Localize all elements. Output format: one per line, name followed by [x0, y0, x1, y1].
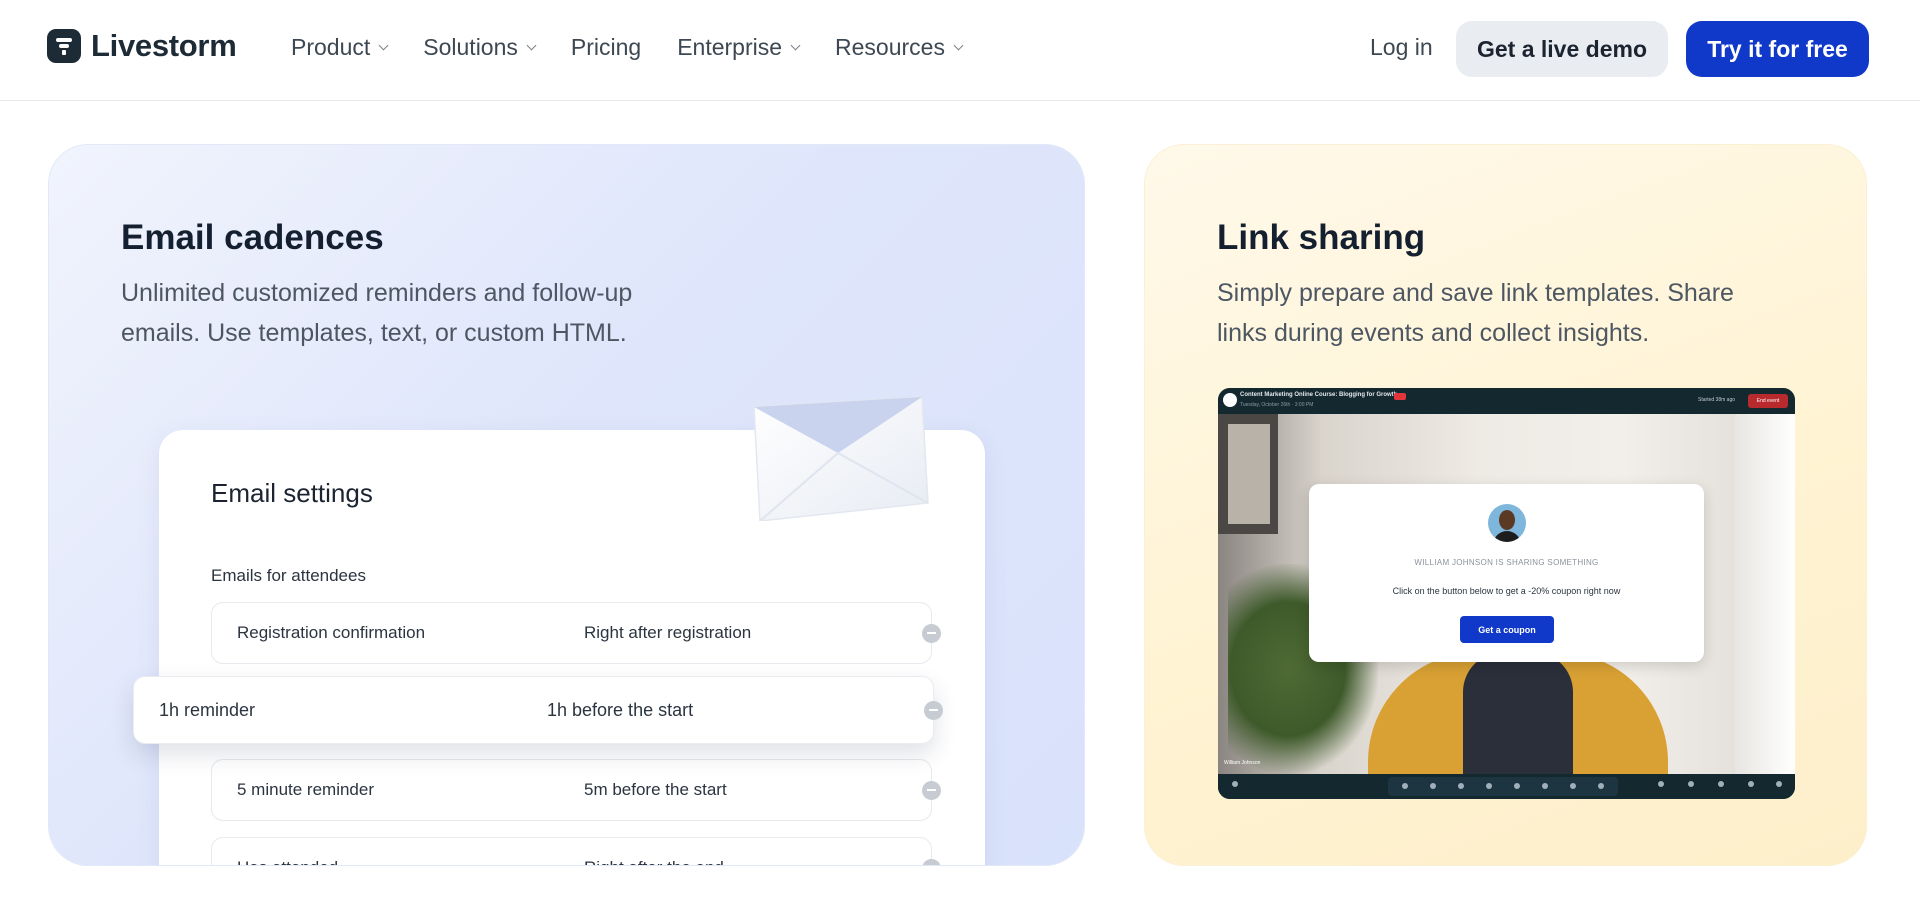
menu-item-label: Resources: [835, 34, 945, 60]
login-link[interactable]: Log in: [1370, 34, 1433, 61]
event-video-preview: Content Marketing Online Course: Bloggin…: [1218, 388, 1795, 799]
card-title: Email cadences: [121, 218, 384, 257]
brand-name: Livestorm: [91, 28, 237, 63]
event-date: Tuesday, October 26th · 3:00 PM: [1240, 402, 1314, 408]
shared-link-popup: WILLIAM JOHNSON IS SHARING SOMETHING Cli…: [1309, 484, 1704, 662]
chevron-down-icon: [526, 40, 537, 51]
menu-item-label: Pricing: [570, 34, 642, 60]
email-name: Has attended: [237, 858, 338, 865]
chevron-down-icon: [790, 40, 801, 51]
email-name: 5 minute reminder: [237, 780, 375, 799]
link-sharing-card: Link sharing Simply prepare and save lin…: [1144, 144, 1867, 866]
email-row[interactable]: Has attended Right after the end: [211, 837, 941, 865]
email-timing: Right after registration: [584, 623, 752, 642]
event-header-bar: Content Marketing Online Course: Bloggin…: [1218, 388, 1795, 414]
share-icon[interactable]: [1486, 783, 1492, 789]
try-free-button[interactable]: Try it for free: [1686, 21, 1869, 77]
record-icon[interactable]: [1514, 783, 1520, 789]
event-logo-icon: [1223, 393, 1237, 407]
remove-icon[interactable]: [922, 623, 941, 643]
live-badge: [1394, 393, 1406, 400]
popup-message: Click on the button below to get a -20% …: [1392, 586, 1621, 596]
menu-item-pricing[interactable]: Pricing: [571, 34, 641, 61]
card-description-line-1: Simply prepare and save link templates. …: [1217, 279, 1734, 307]
chat-icon[interactable]: [1776, 781, 1782, 787]
card-description-line-2: emails. Use templates, text, or custom H…: [121, 319, 627, 347]
menu-item-enterprise[interactable]: Enterprise: [677, 34, 801, 61]
apps-icon[interactable]: [1658, 781, 1664, 787]
main-menu: Product Solutions Pricing Enterprise Res…: [291, 34, 964, 61]
email-row[interactable]: 5 minute reminder 5m before the start: [211, 759, 941, 821]
panel-title: Email settings: [211, 478, 373, 508]
people-icon[interactable]: [1688, 781, 1694, 787]
live-demo-button[interactable]: Get a live demo: [1456, 21, 1668, 77]
email-timing: 1h before the start: [547, 699, 694, 720]
email-timing: 5m before the start: [584, 780, 727, 799]
menu-item-label: Product: [291, 34, 371, 60]
started-text: Started 38m ago: [1698, 397, 1735, 403]
chevron-down-icon: [953, 40, 964, 51]
event-toolbar: [1218, 774, 1795, 799]
remove-icon[interactable]: [922, 780, 941, 800]
email-timing: Right after the end: [584, 858, 724, 865]
card-description-line-1: Unlimited customized reminders and follo…: [121, 279, 633, 307]
mic-icon[interactable]: [1402, 783, 1408, 789]
email-row[interactable]: Registration confirmation Right after re…: [211, 602, 941, 664]
chevron-down-icon: [378, 40, 389, 51]
speaker-name: William Johnson: [1224, 760, 1261, 766]
get-coupon-button[interactable]: Get a coupon: [1460, 616, 1554, 643]
livestorm-logo-icon: [47, 29, 81, 63]
layout-icon[interactable]: [1570, 783, 1576, 789]
polls-icon[interactable]: [1718, 781, 1724, 787]
menu-item-label: Enterprise: [677, 34, 783, 60]
card-description-line-2: links during events and collect insights…: [1217, 319, 1650, 347]
menu-item-label: Solutions: [423, 34, 518, 60]
remove-icon[interactable]: [924, 700, 943, 720]
envelope-icon: [753, 396, 929, 521]
menu-item-product[interactable]: Product: [291, 34, 389, 61]
end-event-button[interactable]: End event: [1748, 394, 1788, 408]
email-name: Registration confirmation: [237, 623, 426, 642]
react-icon[interactable]: [1542, 783, 1548, 789]
questions-icon[interactable]: [1748, 781, 1754, 787]
brand-logo[interactable]: Livestorm: [47, 28, 237, 64]
menu-item-resources[interactable]: Resources: [835, 34, 964, 61]
sharing-label: WILLIAM JOHNSON IS SHARING SOMETHING: [1414, 558, 1599, 567]
section-label: Emails for attendees: [211, 566, 366, 585]
menu-item-solutions[interactable]: Solutions: [423, 34, 537, 61]
remove-icon[interactable]: [922, 858, 941, 865]
media-controls: [1388, 777, 1618, 796]
top-navigation: Livestorm Product Solutions Pricing Ente…: [0, 0, 1920, 101]
settings-icon[interactable]: [1458, 783, 1464, 789]
email-row-dragging[interactable]: 1h reminder 1h before the start: [133, 676, 943, 744]
card-title: Link sharing: [1217, 218, 1426, 257]
email-name: 1h reminder: [159, 699, 256, 720]
speaker-camera-feed: WILLIAM JOHNSON IS SHARING SOMETHING Cli…: [1218, 414, 1795, 782]
camera-icon[interactable]: [1430, 783, 1436, 789]
info-icon[interactable]: [1232, 781, 1238, 787]
avatar: [1488, 504, 1526, 542]
leave-icon[interactable]: [1598, 783, 1604, 789]
email-cadences-card: Email cadences Unlimited customized remi…: [48, 144, 1085, 866]
event-title: Content Marketing Online Course: Bloggin…: [1240, 392, 1398, 398]
